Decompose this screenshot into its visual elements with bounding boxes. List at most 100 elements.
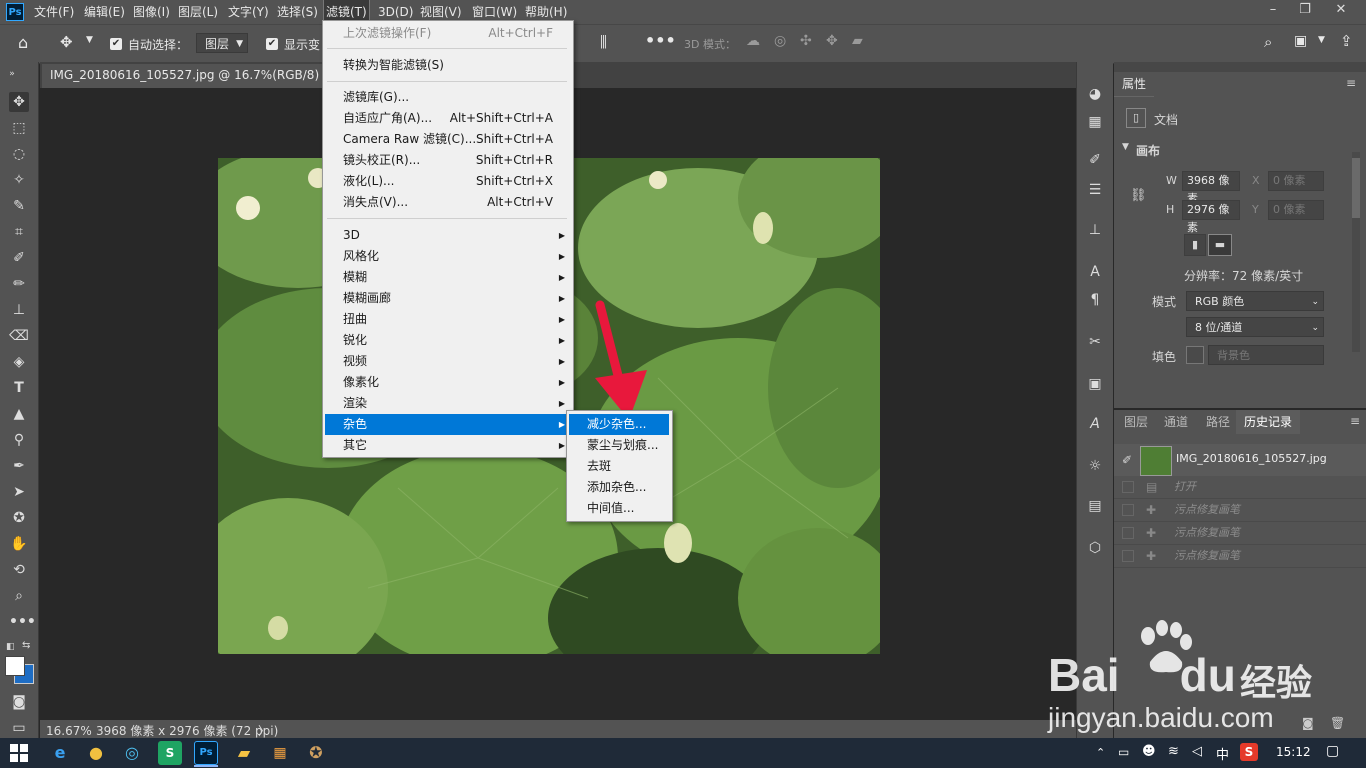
history-step[interactable]: ✚ 污点修复画笔 <box>1114 499 1366 522</box>
menu-type[interactable]: 文字(Y) <box>228 0 269 24</box>
landscape-orientation-icon[interactable]: ▬ <box>1208 234 1232 256</box>
glyphs-icon[interactable]: A <box>1085 414 1105 434</box>
default-colors-icon[interactable]: ◧ <box>6 642 15 652</box>
path-select-tool-icon[interactable]: ➤ <box>9 482 29 502</box>
history-step[interactable]: ▤ 打开 <box>1114 476 1366 499</box>
bit-depth-dropdown[interactable]: 8 位/通道 ⌄ <box>1186 317 1324 337</box>
maximize-button[interactable]: ❐ <box>1288 0 1322 20</box>
paint-bucket-tool-icon[interactable]: ◈ <box>9 352 29 372</box>
history-step[interactable]: ✚ 污点修复画笔 <box>1114 522 1366 545</box>
navigator-icon[interactable]: ▣ <box>1085 374 1105 394</box>
stamp-tool-icon[interactable]: ⊥ <box>9 300 29 320</box>
menu-item-vanishing-point[interactable]: 消失点(V)... Alt+Ctrl+V <box>325 192 571 213</box>
chevron-down-icon[interactable]: ▼ <box>86 35 93 45</box>
panel-menu-icon[interactable]: ≡ <box>1350 414 1360 428</box>
menu-item-3d[interactable]: 3D ▶ <box>325 225 571 246</box>
tab-layers[interactable]: 图层 <box>1116 410 1156 434</box>
rotate-view-tool-icon[interactable]: ⟲ <box>9 560 29 580</box>
menu-layer[interactable]: 图层(L) <box>178 0 218 24</box>
menu-select[interactable]: 选择(S) <box>277 0 318 24</box>
tools-preset-icon[interactable]: ✂ <box>1085 332 1105 352</box>
minimize-button[interactable]: – <box>1256 0 1290 20</box>
x-field[interactable]: 0 像素 <box>1268 171 1324 191</box>
menu-item-adaptive-wide-angle[interactable]: 自适应广角(A)... Alt+Shift+Ctrl+A <box>325 108 571 129</box>
spreadsheet-app-icon[interactable]: S <box>158 741 182 765</box>
blur-tool-icon[interactable]: ▲ <box>9 404 29 424</box>
menu-item-last-filter[interactable]: 上次滤镜操作(F) Alt+Ctrl+F <box>325 23 571 44</box>
height-field[interactable]: 2976 像素 <box>1182 200 1240 234</box>
collapse-panel-icon[interactable]: » <box>2 64 22 84</box>
browser-icon[interactable]: ◎ <box>120 741 144 765</box>
submenu-item-despeckle[interactable]: 去斑 <box>569 456 669 477</box>
photoshop-taskbar-icon[interactable]: Ps <box>194 741 218 765</box>
history-step-checkbox[interactable] <box>1122 481 1134 493</box>
notification-icon[interactable]: ▢ <box>1326 743 1339 759</box>
color-mode-dropdown[interactable]: RGB 颜色 ⌄ <box>1186 291 1324 311</box>
share-icon[interactable]: ⇪ <box>1340 32 1353 50</box>
hand-tool-icon[interactable]: ✋ <box>9 534 29 554</box>
3d-panel-icon[interactable]: ⬡ <box>1085 538 1105 558</box>
ime-indicator[interactable]: 中 <box>1216 744 1229 763</box>
history-step-checkbox[interactable] <box>1122 504 1134 516</box>
paragraph-icon[interactable]: ¶ <box>1085 290 1105 310</box>
learn-icon[interactable]: ☼ <box>1085 456 1105 476</box>
portrait-orientation-icon[interactable]: ▮ <box>1184 234 1206 256</box>
tab-channels[interactable]: 通道 <box>1156 410 1196 434</box>
menu-item-pixelate[interactable]: 像素化 ▶ <box>325 372 571 393</box>
type-tool-icon[interactable]: T <box>9 378 29 398</box>
shape-tool-icon[interactable]: ✪ <box>9 508 29 528</box>
menu-item-blur-gallery[interactable]: 模糊画廊 ▶ <box>325 288 571 309</box>
sogou-ime-icon[interactable]: S <box>1240 743 1258 761</box>
history-step-checkbox[interactable] <box>1122 550 1134 562</box>
wifi-icon[interactable]: ≋ <box>1168 744 1179 759</box>
history-step-checkbox[interactable] <box>1122 527 1134 539</box>
link-icon[interactable]: ⛓ <box>1130 188 1147 203</box>
menu-item-render[interactable]: 渲染 ▶ <box>325 393 571 414</box>
move-tool-icon[interactable]: ✥ <box>60 33 73 51</box>
close-window-button[interactable]: ✕ <box>1324 0 1358 20</box>
more-options-icon[interactable]: ••• <box>645 31 676 50</box>
history-brush-icon[interactable]: ✐ <box>1122 453 1132 467</box>
internet-explorer-icon[interactable]: e <box>48 741 72 765</box>
menu-item-liquify[interactable]: 液化(L)... Shift+Ctrl+X <box>325 171 571 192</box>
menu-item-stylize[interactable]: 风格化 ▶ <box>325 246 571 267</box>
swatches-icon[interactable]: ▦ <box>1085 112 1105 132</box>
dodge-tool-icon[interactable]: ⚲ <box>9 430 29 450</box>
width-field[interactable]: 3968 像素 <box>1182 171 1240 205</box>
brush-settings-icon[interactable]: ✐ <box>1085 150 1105 170</box>
history-snapshot-row[interactable]: ✐ IMG_20180616_105527.jpg <box>1114 444 1366 476</box>
magic-wand-tool-icon[interactable]: ✧ <box>9 170 29 190</box>
menu-item-camera-raw[interactable]: Camera Raw 滤镜(C)... Shift+Ctrl+A <box>325 129 571 150</box>
menu-item-other[interactable]: 其它 ▶ <box>325 435 571 456</box>
menu-item-convert-smart-filter[interactable]: 转换为智能滤镜(S) <box>325 55 571 76</box>
healing-brush-tool-icon[interactable]: ✐ <box>9 248 29 268</box>
windows-start-icon[interactable] <box>10 744 28 762</box>
gradient-icon[interactable]: ▤ <box>1085 496 1105 516</box>
clock[interactable]: 15:12 <box>1276 745 1311 759</box>
3d-slide-icon[interactable]: ✥ <box>826 33 838 49</box>
properties-scrollbar[interactable] <box>1352 152 1360 352</box>
pen-tool-icon[interactable]: ✒ <box>9 456 29 476</box>
menu-item-video[interactable]: 视频 ▶ <box>325 351 571 372</box>
lasso-tool-icon[interactable]: ◌ <box>9 144 29 164</box>
qq-icon[interactable]: ☻ <box>1142 744 1156 759</box>
brush-tool-icon[interactable]: ✏ <box>9 274 29 294</box>
fill-swatch[interactable] <box>1186 346 1204 364</box>
3d-pan-icon[interactable]: ✣ <box>800 33 812 49</box>
character-icon[interactable]: A <box>1085 262 1105 282</box>
properties-tab[interactable]: 属性 <box>1114 72 1155 97</box>
3d-roll-icon[interactable]: ◎ <box>774 33 786 49</box>
adjustments-icon[interactable]: ☰ <box>1085 180 1105 200</box>
menu-file[interactable]: 文件(F) <box>34 0 74 24</box>
show-transform-checkbox[interactable]: ✔ <box>266 38 278 50</box>
3d-camera-icon[interactable]: ▰ <box>852 33 863 49</box>
swap-colors-icon[interactable]: ⇆ <box>22 640 30 651</box>
history-step[interactable]: ✚ 污点修复画笔 <box>1114 545 1366 568</box>
marquee-tool-icon[interactable]: ⬚ <box>9 118 29 138</box>
workspace-icon[interactable]: ▣ <box>1294 33 1307 49</box>
crop-tool-icon[interactable]: ⌗ <box>9 222 29 242</box>
menu-item-blur[interactable]: 模糊 ▶ <box>325 267 571 288</box>
3d-orbit-icon[interactable]: ☁ <box>746 33 760 49</box>
screen-mode-icon[interactable]: ▭ <box>9 718 29 738</box>
menu-item-noise[interactable]: 杂色 ▶ <box>325 414 571 435</box>
